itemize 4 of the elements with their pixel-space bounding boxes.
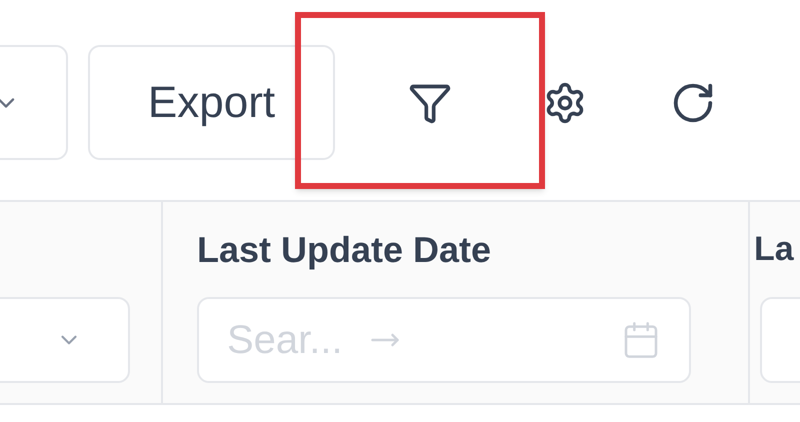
export-button[interactable]: Export <box>88 45 335 160</box>
select-field[interactable] <box>0 297 130 383</box>
column-title: Last Update Date <box>197 228 492 272</box>
column-title: La <box>754 229 794 270</box>
